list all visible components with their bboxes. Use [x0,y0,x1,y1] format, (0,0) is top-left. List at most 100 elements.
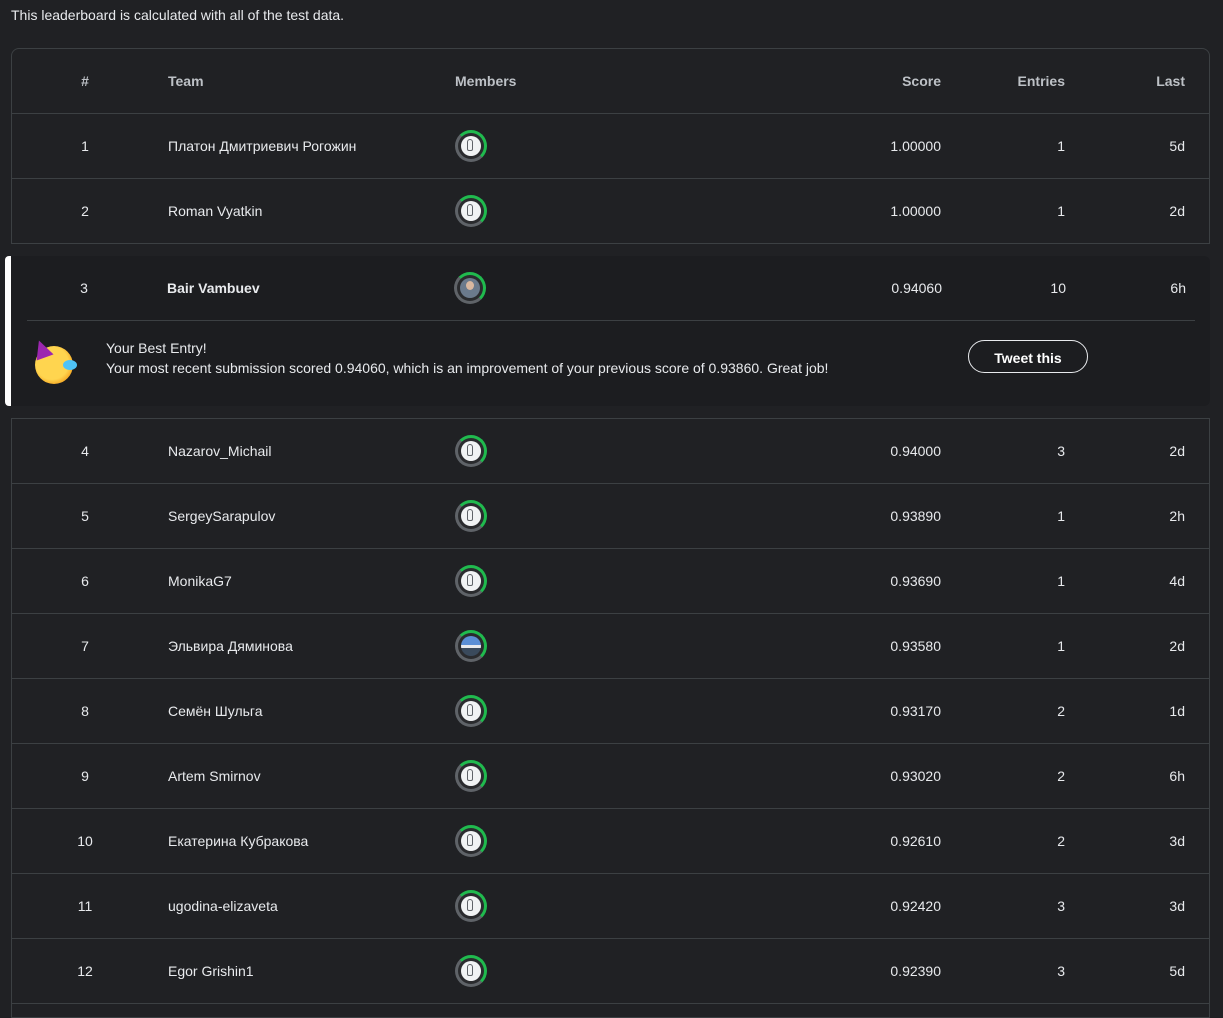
entries-cell: 10 [1050,280,1066,296]
table-row: 12 Egor Grishin1 0.92390 3 5d [12,939,1209,1004]
rank-cell: 3 [80,280,88,296]
user-avatar-icon [461,831,481,851]
score-cell: 0.92610 [890,833,941,849]
last-cell: 1d [1169,703,1185,719]
party-hat-icon [30,337,54,361]
last-cell: 5d [1169,963,1185,979]
last-cell: 3d [1169,833,1185,849]
table-row: 8 Семён Шульга 0.93170 2 1d [12,679,1209,744]
last-cell: 2d [1169,203,1185,219]
rank-cell: 5 [81,508,89,524]
team-name-link[interactable]: Artem Smirnov [168,744,261,808]
team-name-link[interactable]: Roman Vyatkin [168,179,262,243]
table-row: 7 Эльвира Дяминова 0.93580 1 2d [12,614,1209,679]
header-team[interactable]: Team [168,49,204,113]
entries-cell: 3 [1057,898,1065,914]
rank-cell: 9 [81,768,89,784]
rank-cell: 6 [81,573,89,589]
team-name-link[interactable]: Эльвира Дяминова [168,614,293,678]
team-name-link[interactable]: Egor Grishin1 [168,939,254,1003]
best-entry-title: Your Best Entry! [106,340,207,356]
entries-cell: 3 [1057,443,1065,459]
header-last[interactable]: Last [1156,49,1185,113]
member-avatar[interactable] [454,272,486,304]
last-cell: 3d [1169,898,1185,914]
user-avatar-icon [461,506,481,526]
user-avatar-icon [461,201,481,221]
last-cell: 2h [1169,508,1185,524]
member-avatar[interactable] [455,500,487,532]
header-score[interactable]: Score [902,49,941,113]
leaderboard-table-top: # Team Members Score Entries Last 1 Плат… [11,48,1210,244]
partying-face-icon [30,337,77,384]
team-name-link[interactable]: MonikaG7 [168,549,232,613]
score-cell: 0.93580 [890,638,941,654]
score-cell: 0.93020 [890,768,941,784]
last-cell: 2d [1169,443,1185,459]
party-horn-icon [63,360,77,370]
member-avatar[interactable] [455,955,487,987]
last-cell: 5d [1169,138,1185,154]
member-avatar[interactable] [455,630,487,662]
header-members: Members [455,73,517,89]
user-avatar-icon [461,136,481,156]
rank-cell: 7 [81,638,89,654]
last-cell: 6h [1169,768,1185,784]
rank-cell: 10 [77,833,93,849]
last-cell: 4d [1169,573,1185,589]
score-cell: 0.92390 [890,963,941,979]
team-name-link[interactable]: Семён Шульга [168,679,263,743]
team-name-link[interactable]: Bair Vambuev [167,256,260,320]
your-entry-highlight: 3 Bair Vambuev 0.94060 10 6h Your Best E… [5,256,1210,406]
member-avatar[interactable] [455,565,487,597]
leaderboard-table-bottom: 4 Nazarov_Michail 0.94000 3 2d 5 SergeyS… [11,418,1210,1018]
member-avatar[interactable] [455,435,487,467]
user-avatar-icon [461,766,481,786]
best-entry-message: Your most recent submission scored 0.940… [106,360,829,376]
table-row: 10 Екатерина Кубракова 0.92610 2 3d [12,809,1209,874]
team-name-link[interactable]: SergeySarapulov [168,484,275,548]
header-entries[interactable]: Entries [1018,49,1065,113]
table-row: 5 SergeySarapulov 0.93890 1 2h [12,484,1209,549]
entries-cell: 2 [1057,768,1065,784]
team-name-link[interactable]: Платон Дмитриевич Рогожин [168,114,356,178]
rank-cell: 12 [77,963,93,979]
tweet-button[interactable]: Tweet this [968,340,1088,373]
entries-cell: 1 [1057,203,1065,219]
member-avatar[interactable] [455,890,487,922]
entries-cell: 1 [1057,508,1065,524]
rank-cell: 1 [81,138,89,154]
score-cell: 1.00000 [890,138,941,154]
score-cell: 1.00000 [890,203,941,219]
member-avatar[interactable] [455,825,487,857]
user-avatar-icon [461,571,481,591]
member-avatar[interactable] [455,195,487,227]
rank-cell: 4 [81,443,89,459]
table-row-current-user: 3 Bair Vambuev 0.94060 10 6h [11,256,1210,320]
table-row: 9 Artem Smirnov 0.93020 2 6h [12,744,1209,809]
last-cell: 6h [1170,280,1186,296]
header-rank[interactable]: # [12,49,158,113]
table-row: 4 Nazarov_Michail 0.94000 3 2d [12,419,1209,484]
member-avatar[interactable] [455,695,487,727]
table-row: 6 MonikaG7 0.93690 1 4d [12,549,1209,614]
team-name-link[interactable]: Екатерина Кубракова [168,809,308,873]
user-avatar-icon [461,701,481,721]
score-cell: 0.94060 [891,280,942,296]
entries-cell: 1 [1057,573,1065,589]
entries-cell: 2 [1057,703,1065,719]
member-avatar[interactable] [455,760,487,792]
score-cell: 0.93890 [890,508,941,524]
table-header: # Team Members Score Entries Last [12,49,1209,114]
member-avatar[interactable] [455,130,487,162]
score-cell: 0.92420 [890,898,941,914]
table-row: 2 Roman Vyatkin 1.00000 1 2d [12,179,1209,244]
team-name-link[interactable]: Nazarov_Michail [168,419,271,483]
team-name-link[interactable]: ugodina-elizaveta [168,874,278,938]
entries-cell: 1 [1057,638,1065,654]
rank-cell: 11 [77,898,93,914]
rank-cell: 8 [81,703,89,719]
entries-cell: 3 [1057,963,1065,979]
entries-cell: 2 [1057,833,1065,849]
score-cell: 0.93690 [890,573,941,589]
